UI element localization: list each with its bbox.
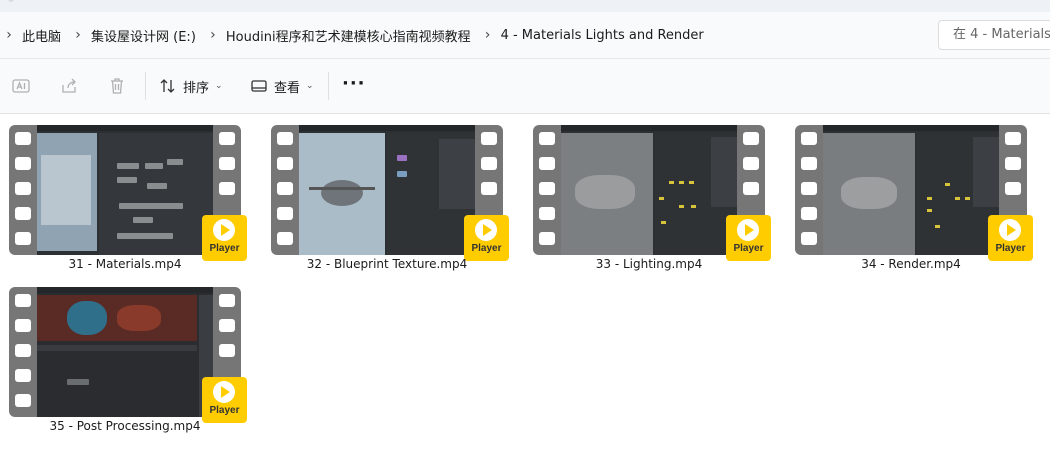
rename-icon[interactable] <box>11 76 31 96</box>
delete-icon[interactable] <box>107 76 127 96</box>
player-badge: Player <box>464 215 509 261</box>
player-badge: Player <box>202 377 247 423</box>
video-thumbnail: Player <box>9 125 247 261</box>
player-badge: Player <box>202 215 247 261</box>
breadcrumb: › 此电脑 › 集设屋设计网 (E:) › Houdini程序和艺术建模核心指南… <box>0 12 712 58</box>
badge-label: Player <box>471 243 502 254</box>
view-icon <box>251 80 267 92</box>
file-item[interactable]: Player 33 - Lighting.mp4 <box>524 114 774 272</box>
video-frame <box>37 287 213 417</box>
toolbar-divider <box>328 72 329 100</box>
file-item[interactable]: Player 34 - Render.mp4 <box>786 114 1036 272</box>
more-options-button[interactable]: ··· <box>342 73 366 94</box>
badge-label: Player <box>209 243 240 254</box>
play-icon <box>213 381 235 403</box>
video-frame <box>561 125 737 255</box>
file-item[interactable]: Player 35 - Post Processing.mp4 <box>0 276 250 434</box>
video-frame <box>823 125 999 255</box>
chevron-right-icon[interactable]: › <box>204 27 222 43</box>
command-bar: 排序 ⌄ 查看 ⌄ ··· <box>0 59 1050 114</box>
play-icon <box>475 219 497 241</box>
player-badge: Player <box>988 215 1033 261</box>
file-name[interactable]: 34 - Render.mp4 <box>786 257 1036 271</box>
play-icon <box>999 219 1021 241</box>
chevron-down-icon: ⌄ <box>306 81 314 91</box>
sort-button[interactable]: 排序 ⌄ <box>159 75 223 97</box>
address-bar: › 此电脑 › 集设屋设计网 (E:) › Houdini程序和艺术建模核心指南… <box>0 12 1050 59</box>
play-icon <box>737 219 759 241</box>
badge-label: Player <box>733 243 764 254</box>
breadcrumb-item-drive[interactable]: 集设屋设计网 (E:) <box>87 26 204 45</box>
search-input[interactable]: 在 4 - Materials <box>938 20 1050 50</box>
video-thumbnail: Player <box>533 125 771 261</box>
file-name[interactable]: 33 - Lighting.mp4 <box>524 257 774 271</box>
video-thumbnail: Player <box>271 125 509 261</box>
badge-label: Player <box>995 243 1026 254</box>
title-strip <box>0 0 1050 12</box>
video-thumbnail: Player <box>9 287 247 423</box>
player-badge: Player <box>726 215 771 261</box>
view-button[interactable]: 查看 ⌄ <box>250 75 314 97</box>
view-label: 查看 <box>274 80 301 96</box>
play-icon <box>213 219 235 241</box>
badge-label: Player <box>209 405 240 416</box>
chevron-right-icon[interactable]: › <box>0 27 18 43</box>
video-thumbnail: Player <box>795 125 1033 261</box>
breadcrumb-item-course[interactable]: Houdini程序和艺术建模核心指南视频教程 <box>222 26 479 45</box>
share-icon[interactable] <box>59 76 79 96</box>
breadcrumb-item-current-folder[interactable]: 4 - Materials Lights and Render <box>497 28 712 43</box>
file-name[interactable]: 32 - Blueprint Texture.mp4 <box>262 257 512 271</box>
toolbar-divider <box>145 72 146 100</box>
file-item[interactable]: Player 32 - Blueprint Texture.mp4 <box>262 114 512 272</box>
file-name[interactable]: 35 - Post Processing.mp4 <box>0 419 250 433</box>
window-edge-mark <box>8 0 14 2</box>
chevron-down-icon: ⌄ <box>215 81 223 91</box>
chevron-right-icon[interactable]: › <box>479 27 497 43</box>
video-frame <box>299 125 475 255</box>
breadcrumb-item-this-pc[interactable]: 此电脑 <box>18 26 69 45</box>
file-item[interactable]: Player 31 - Materials.mp4 <box>0 114 250 272</box>
file-grid: Player 31 - Materials.mp4 Player 32 - Bl… <box>0 114 1050 453</box>
chevron-right-icon[interactable]: › <box>69 27 87 43</box>
file-name[interactable]: 31 - Materials.mp4 <box>0 257 250 271</box>
video-frame <box>37 125 213 255</box>
sort-icon <box>160 79 175 93</box>
sort-label: 排序 <box>183 80 210 96</box>
